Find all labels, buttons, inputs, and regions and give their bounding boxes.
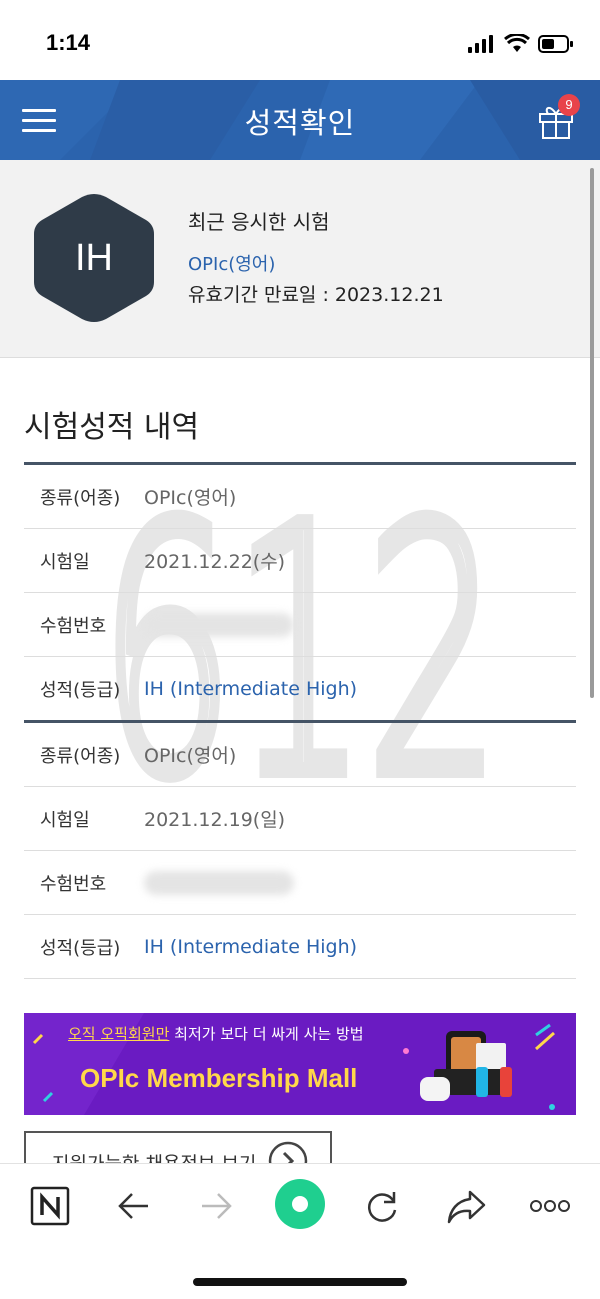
promo-tagline: 오직 오픽회원만 최저가 보다 더 싸게 사는 방법 <box>68 1023 364 1044</box>
row-label: 종류(어종) <box>40 745 121 767</box>
forward-arrow-icon[interactable] <box>194 1184 238 1228</box>
browser-toolbar <box>0 1163 600 1299</box>
grade-badge-text: IH <box>75 236 113 279</box>
row-value: OPIc(영어) <box>144 487 237 509</box>
score-record: 종류(어종) OPIc(영어) 시험일 2021.12.19(일) 수험번호 성… <box>24 720 576 979</box>
redacted-id <box>144 612 294 637</box>
scrollbar[interactable] <box>590 168 594 698</box>
row-value: 2021.12.22(수) <box>144 551 286 573</box>
gift-badge: 9 <box>558 94 580 116</box>
row-value: 2021.12.19(일) <box>144 809 286 831</box>
row-value: OPIc(영어) <box>144 745 237 767</box>
row-label: 시험일 <box>40 551 90 573</box>
page-title: 성적확인 <box>244 106 356 140</box>
expiry-date: 유효기간 만료일 : 2023.12.21 <box>188 284 444 306</box>
share-icon[interactable] <box>444 1184 488 1228</box>
row-label: 성적(등급) <box>40 679 121 701</box>
record-row-type: 종류(어종) OPIc(영어) <box>24 465 576 529</box>
row-label: 시험일 <box>40 809 90 831</box>
recent-test-panel: IH 최근 응시한 시험 OPIc(영어) 유효기간 만료일 : 2023.12… <box>0 160 600 358</box>
status-bar: 1:14 <box>0 0 600 80</box>
app-header: 성적확인 9 <box>0 80 600 160</box>
record-row-grade: 성적(등급) IH (Intermediate High) <box>24 657 576 721</box>
score-record: 종류(어종) OPIc(영어) 시험일 2021.12.22(수) 수험번호 성… <box>24 462 576 721</box>
promo-rest: 최저가 보다 더 싸게 사는 방법 <box>174 1025 364 1043</box>
promo-highlight: 오직 오픽회원만 <box>68 1025 170 1043</box>
record-row-date: 시험일 2021.12.19(일) <box>24 787 576 851</box>
record-row-id: 수험번호 <box>24 593 576 657</box>
redacted-id <box>144 870 294 895</box>
record-row-type: 종류(어종) OPIc(영어) <box>24 723 576 787</box>
signal-icon <box>468 35 493 53</box>
record-row-id: 수험번호 <box>24 851 576 915</box>
refresh-icon[interactable] <box>360 1184 404 1228</box>
battery-icon <box>538 35 573 53</box>
gift-button[interactable]: 9 <box>536 94 580 140</box>
grade-link[interactable]: IH (Intermediate High) <box>144 678 357 700</box>
row-label: 성적(등급) <box>40 937 121 959</box>
membership-mall-banner[interactable]: 오직 오픽회원만 최저가 보다 더 싸게 사는 방법 OPIc Membersh… <box>24 1013 576 1115</box>
wifi-icon <box>504 34 530 52</box>
status-time: 1:14 <box>46 30 91 55</box>
more-icon[interactable] <box>528 1184 572 1228</box>
row-label: 수험번호 <box>40 615 107 637</box>
home-indicator <box>193 1278 407 1286</box>
promo-title: OPIc Membership Mall <box>80 1063 358 1093</box>
history-title: 시험성적 내역 <box>24 410 200 445</box>
green-dot-icon[interactable] <box>274 1178 326 1230</box>
recent-test-link[interactable]: OPIc(영어) <box>188 250 275 276</box>
record-row-date: 시험일 2021.12.22(수) <box>24 529 576 593</box>
status-icons <box>468 32 574 56</box>
recent-test-label: 최근 응시한 시험 <box>188 210 330 234</box>
grade-link[interactable]: IH (Intermediate High) <box>144 936 357 958</box>
row-label: 종류(어종) <box>40 487 121 509</box>
back-arrow-icon[interactable] <box>112 1184 156 1228</box>
record-row-grade: 성적(등급) IH (Intermediate High) <box>24 915 576 979</box>
naver-home-icon[interactable] <box>28 1184 72 1228</box>
row-label: 수험번호 <box>40 873 107 895</box>
